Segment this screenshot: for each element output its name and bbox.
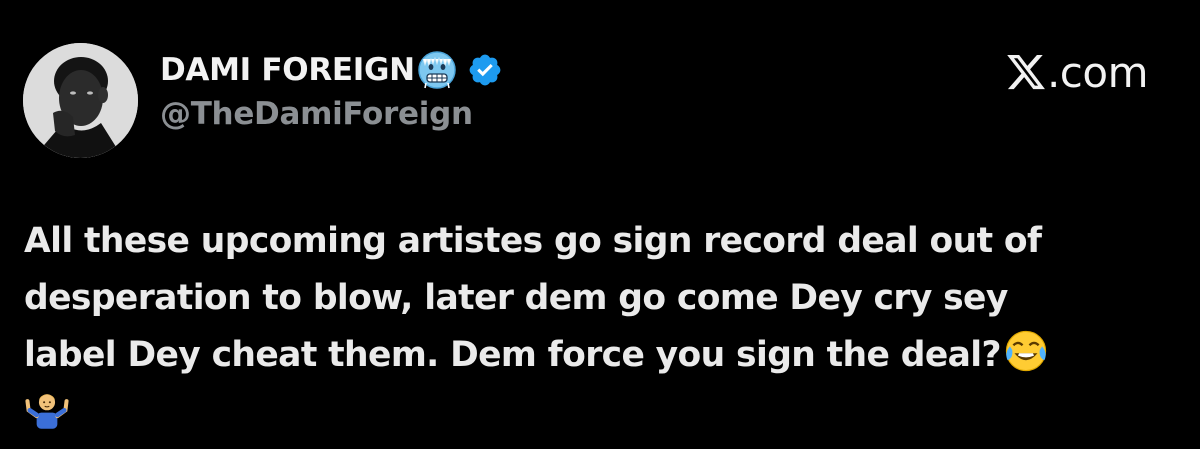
tweet-text: All these upcoming artistes go sign reco… bbox=[24, 213, 1174, 441]
author-name-row[interactable]: DAMI FOREIGN bbox=[160, 48, 503, 92]
author-handle[interactable]: @TheDamiForeign bbox=[160, 96, 473, 132]
verified-badge-icon[interactable] bbox=[467, 52, 503, 88]
brand-text: .com bbox=[1046, 47, 1149, 97]
tweet-text-line: label Dey cheat them. Dem force you sign… bbox=[24, 327, 1174, 384]
tweet-text-line bbox=[24, 384, 1174, 441]
tweet-screenshot: DAMI FOREIGN @TheDamiForeign .com All th… bbox=[0, 0, 1200, 445]
brand-watermark: .com bbox=[1005, 44, 1149, 100]
avatar-photo bbox=[23, 43, 138, 158]
avatar[interactable] bbox=[23, 43, 138, 158]
tweet-text-line: All these upcoming artistes go sign reco… bbox=[24, 221, 1042, 261]
face-with-tears-of-joy-emoji-icon bbox=[1003, 328, 1049, 374]
display-name[interactable]: DAMI FOREIGN bbox=[160, 52, 415, 88]
tweet-text-line-content: label Dey cheat them. Dem force you sign… bbox=[24, 335, 1002, 375]
cold-face-emoji-icon bbox=[417, 50, 457, 90]
tweet-text-line: desperation to blow, later dem go come D… bbox=[24, 278, 1008, 318]
x-logo-icon bbox=[1005, 51, 1047, 93]
person-shrugging-emoji-icon bbox=[24, 385, 70, 431]
